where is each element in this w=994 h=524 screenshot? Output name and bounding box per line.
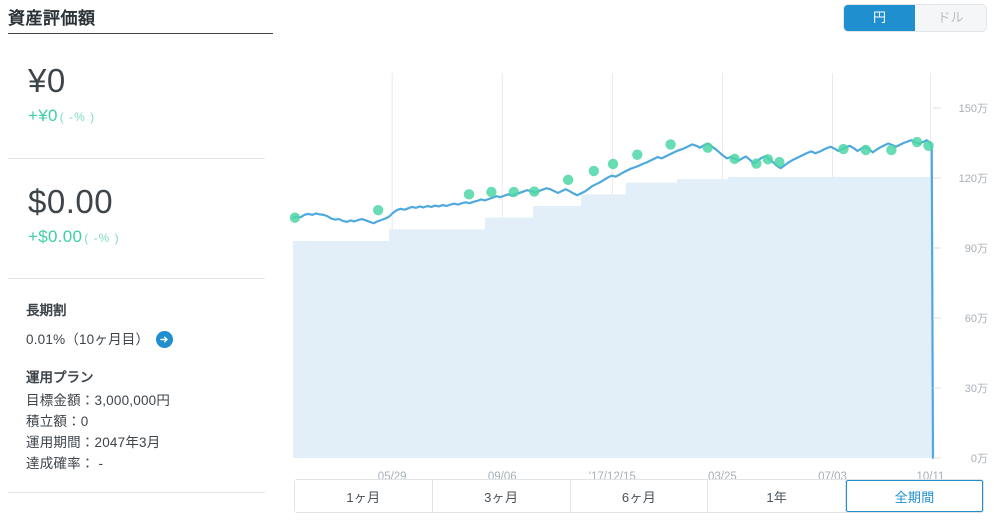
summary-sidebar: ¥0 +¥0( -% ) $0.00 +$0.00( -% ) 長期割 0.01… bbox=[0, 34, 275, 524]
plan-contribution: 積立額：0 bbox=[26, 414, 89, 429]
period-button-3m[interactable]: 3ヶ月 bbox=[432, 480, 571, 512]
page-title: 資産評価額 bbox=[8, 9, 96, 28]
plan-heading: 運用プラン bbox=[26, 370, 94, 385]
period-button-all[interactable]: 全期間 bbox=[846, 480, 983, 512]
svg-text:120万: 120万 bbox=[959, 173, 988, 185]
y-axis-ticks: 0万 30万 60万 90万 120万 150万 bbox=[933, 103, 988, 465]
usd-delta-value: +$0.00 bbox=[28, 227, 83, 246]
yen-summary: ¥0 +¥0( -% ) bbox=[0, 34, 275, 126]
usd-summary: $0.00 +$0.00( -% ) bbox=[0, 159, 275, 247]
long-term-discount-value: 0.01%（10ヶ月目） bbox=[26, 332, 150, 347]
usd-total-amount: $0.00 bbox=[28, 183, 114, 220]
long-term-discount-heading: 長期割 bbox=[26, 303, 67, 318]
arrow-right-circle-icon[interactable] bbox=[156, 331, 174, 348]
plan-target-amount: 目標金額：3,000,000円 bbox=[26, 393, 171, 408]
currency-toggle-dollar[interactable]: ドル bbox=[915, 5, 986, 31]
period-button-1m[interactable]: 1ヶ月 bbox=[295, 480, 433, 512]
chart-svg: 0万30万60万90万120万150万 05/29 09/06'17/12/15 0… bbox=[289, 73, 988, 483]
long-term-discount-row: 0.01%（10ヶ月目） bbox=[0, 329, 275, 350]
period-selector[interactable]: 1ヶ月 3ヶ月 6ヶ月 1年 全期間 bbox=[294, 479, 984, 513]
currency-toggle[interactable]: 円 ドル bbox=[844, 5, 986, 31]
period-button-6m[interactable]: 6ヶ月 bbox=[570, 480, 709, 512]
usd-delta: +$0.00( -% ) bbox=[28, 227, 275, 247]
principal-step-area bbox=[293, 176, 933, 459]
currency-toggle-yen[interactable]: 円 bbox=[844, 5, 915, 31]
plan-period: 運用期間：2047年3月 bbox=[26, 435, 161, 450]
yen-total-amount: ¥0 bbox=[28, 62, 66, 99]
svg-text:60万: 60万 bbox=[965, 313, 988, 325]
period-button-1y[interactable]: 1年 bbox=[708, 480, 847, 512]
svg-text:0万: 0万 bbox=[971, 453, 988, 465]
yen-delta-percent: ( -% ) bbox=[59, 110, 96, 124]
asset-value-chart: 0万 30万 60万 90万 120万 150万 05/29 09/06'17/12/15 0… bbox=[278, 40, 994, 524]
long-term-discount-section: 長期割 0.01%（10ヶ月目） bbox=[0, 279, 275, 350]
svg-text:150万: 150万 bbox=[959, 103, 988, 115]
yen-delta-value: +¥0 bbox=[28, 106, 58, 125]
sidebar-divider-3 bbox=[8, 492, 265, 493]
svg-text:90万: 90万 bbox=[965, 243, 988, 255]
plan-probability: 達成確率： - bbox=[26, 456, 104, 471]
yen-delta: +¥0( -% ) bbox=[28, 106, 275, 126]
svg-text:30万: 30万 bbox=[965, 383, 988, 395]
usd-delta-percent: ( -% ) bbox=[84, 231, 120, 245]
plan-section: 運用プラン 目標金額：3,000,000円 積立額：0 運用期間：2047年3月… bbox=[0, 350, 275, 474]
